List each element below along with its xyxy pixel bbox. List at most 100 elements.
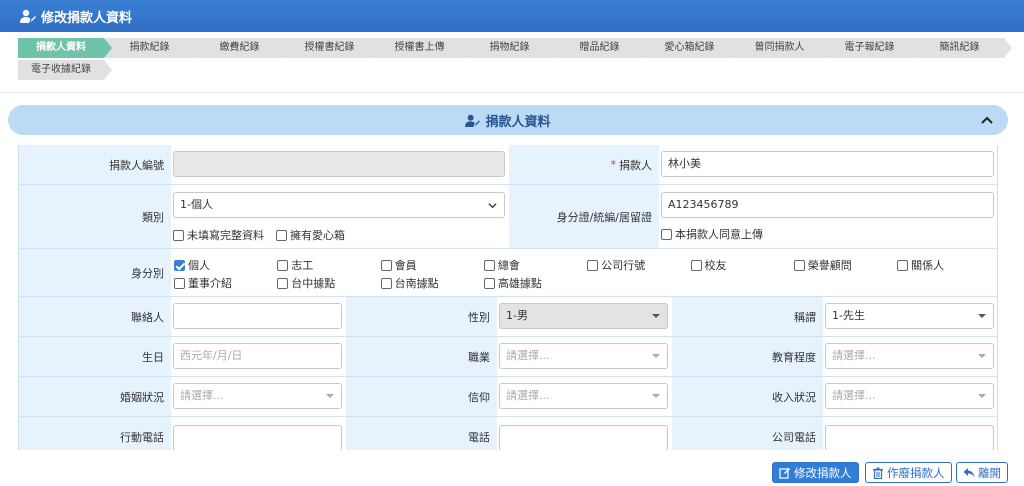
tab-item[interactable]: 贈品紀錄 (555, 38, 652, 58)
title-value: 1-先生 (832, 309, 865, 322)
checkbox-label: 董事介紹 (188, 277, 232, 290)
caret-down-icon (978, 314, 986, 318)
field-label: 稱謂 (672, 297, 823, 336)
checkbox-box (277, 277, 289, 289)
mobile-input[interactable] (173, 425, 342, 450)
category-value: 1-個人 (180, 198, 213, 211)
identity-checkbox[interactable]: 台南據點 (380, 275, 439, 291)
checkbox-box (276, 229, 287, 241)
identity-checkbox[interactable]: 台中據點 (277, 275, 335, 291)
field-label: 生日 (19, 337, 171, 376)
donor-name-input[interactable]: 林小美 (661, 151, 994, 177)
identity-checkbox[interactable]: 榮譽顧問 (793, 257, 852, 273)
checkbox-label: 總會 (497, 259, 520, 272)
leave-label: 離開 (978, 465, 1001, 480)
checkbox-label: 本捐款人同意上傳 (675, 228, 763, 241)
tab-item[interactable]: 捐物紀錄 (465, 38, 562, 58)
checkbox-box (380, 277, 392, 289)
tab-item[interactable]: 捐款紀錄 (105, 38, 202, 58)
field-label: * 捐款人 (509, 145, 659, 184)
title-select[interactable]: 1-先生 (825, 303, 994, 329)
tab-item[interactable]: 曾同捐款人 (735, 38, 832, 58)
donor-id-input[interactable] (173, 151, 505, 177)
form-row: 聯絡人 性別 1-男 稱謂 1-先生 (19, 297, 997, 337)
occupation-placeholder: 請選擇... (506, 349, 550, 362)
checkbox-box (380, 259, 392, 271)
checkbox-label: 個人 (188, 259, 210, 272)
identity-checkbox[interactable]: 總會 (483, 257, 520, 273)
window-header: 修改捐款人資料 (0, 0, 1024, 32)
checkbox-label: 志工 (291, 259, 314, 272)
field-label: 電話 (346, 417, 497, 450)
income-placeholder: 請選擇... (832, 389, 876, 402)
checkbox-box (661, 228, 672, 240)
checkbox-label: 關係人 (911, 259, 945, 272)
field-label: 信仰 (346, 377, 497, 416)
field-label: 收入狀況 (672, 377, 823, 416)
tab-bar: 捐款人資料 捐款紀錄 繳費紀錄 授權書紀錄 授權書上傳 捐物紀錄 贈品紀錄 愛心箱紀錄 曾同捐款… (18, 38, 1012, 80)
caret-down-icon (978, 354, 986, 358)
company-phone-input[interactable] (825, 425, 994, 450)
identity-checkbox[interactable]: 關係人 (897, 257, 944, 273)
identity-checkbox[interactable]: 個人 (174, 257, 210, 273)
checkbox-label: 台中據點 (291, 277, 336, 290)
birthday-input[interactable]: 西元年/月/日 (173, 343, 342, 369)
identity-checkbox[interactable]: 校友 (690, 257, 727, 273)
consent-checkbox[interactable]: 本捐款人同意上傳 (661, 226, 763, 242)
checkbox-box (483, 277, 495, 289)
tab-item[interactable]: 授權書紀錄 (285, 38, 382, 58)
divider (0, 92, 1024, 93)
field-label: 公司電話 (672, 417, 823, 450)
identity-checkbox[interactable]: 董事介紹 (174, 275, 232, 291)
identity-checkbox[interactable]: 高雄據點 (483, 275, 542, 291)
identity-checkbox[interactable]: 公司行號 (587, 257, 645, 273)
checkbox-box (793, 259, 805, 271)
tab-item[interactable]: 繳費紀錄 (195, 38, 292, 58)
donor-name-label: 捐款人 (619, 158, 652, 172)
chevron-up-icon[interactable] (980, 113, 994, 127)
incomplete-checkbox[interactable]: 未填寫完整資料 (173, 227, 264, 243)
identity-checkbox[interactable]: 會員 (380, 257, 417, 273)
field-label: 職業 (346, 337, 497, 376)
caret-down-icon (326, 394, 334, 398)
chevron-down-icon (488, 203, 497, 209)
tab-item[interactable]: 授權書上傳 (375, 38, 472, 58)
education-select[interactable]: 請選擇... (825, 343, 994, 369)
field-label: 婚姻狀況 (19, 377, 171, 416)
panel-header[interactable]: 捐款人資料 (8, 105, 1008, 135)
tab-item[interactable]: 愛心箱紀錄 (645, 38, 742, 58)
education-placeholder: 請選擇... (832, 349, 876, 362)
leave-button[interactable]: 離開 (956, 462, 1008, 483)
save-donor-button[interactable]: 修改捐款人 (772, 462, 859, 483)
tab-item[interactable]: 電子收據紀錄 (18, 60, 112, 80)
has-box-checkbox[interactable]: 擁有愛心箱 (276, 227, 345, 243)
form-row: 類別 1-個人 未填寫完整資料 擁有愛心箱 身分證/統編/居留證 A123456… (19, 185, 997, 249)
occupation-select[interactable]: 請選擇... (499, 343, 668, 369)
income-select[interactable]: 請選擇... (825, 383, 994, 409)
contact-input[interactable] (173, 303, 342, 329)
identity-checkbox[interactable]: 志工 (277, 257, 313, 273)
required-mark: * (610, 158, 617, 171)
phone-input[interactable] (499, 425, 668, 450)
checkbox-box (174, 259, 185, 271)
field-label: 行動電話 (19, 417, 171, 450)
tab-item[interactable]: 電子報紀錄 (825, 38, 922, 58)
gender-select[interactable]: 1-男 (499, 303, 668, 329)
void-donor-button[interactable]: 作廢捐款人 (865, 462, 952, 483)
checkbox-box (483, 259, 495, 271)
religion-select[interactable]: 請選擇... (499, 383, 668, 409)
edit-icon (779, 467, 790, 479)
idnum-input[interactable]: A123456789 (661, 192, 994, 218)
checkbox-label: 未填寫完整資料 (187, 229, 264, 242)
tab-item[interactable]: 捐款人資料 (18, 38, 112, 58)
form-row: 行動電話 電話 公司電話 (19, 417, 997, 450)
trash-icon (873, 467, 883, 479)
tab-item[interactable]: 簡訊紀錄 (915, 38, 1012, 58)
marital-select[interactable]: 請選擇... (173, 383, 342, 409)
donor-form: 捐款人編號 * 捐款人 林小美 類別 1-個人 未填寫完整資料 擁有愛心箱 身分證… (18, 145, 998, 450)
field-label: 性別 (346, 297, 497, 336)
category-select[interactable]: 1-個人 (173, 192, 505, 218)
field-label: 捐款人編號 (19, 145, 171, 184)
void-donor-label: 作廢捐款人 (887, 465, 945, 480)
caret-down-icon (652, 314, 660, 318)
